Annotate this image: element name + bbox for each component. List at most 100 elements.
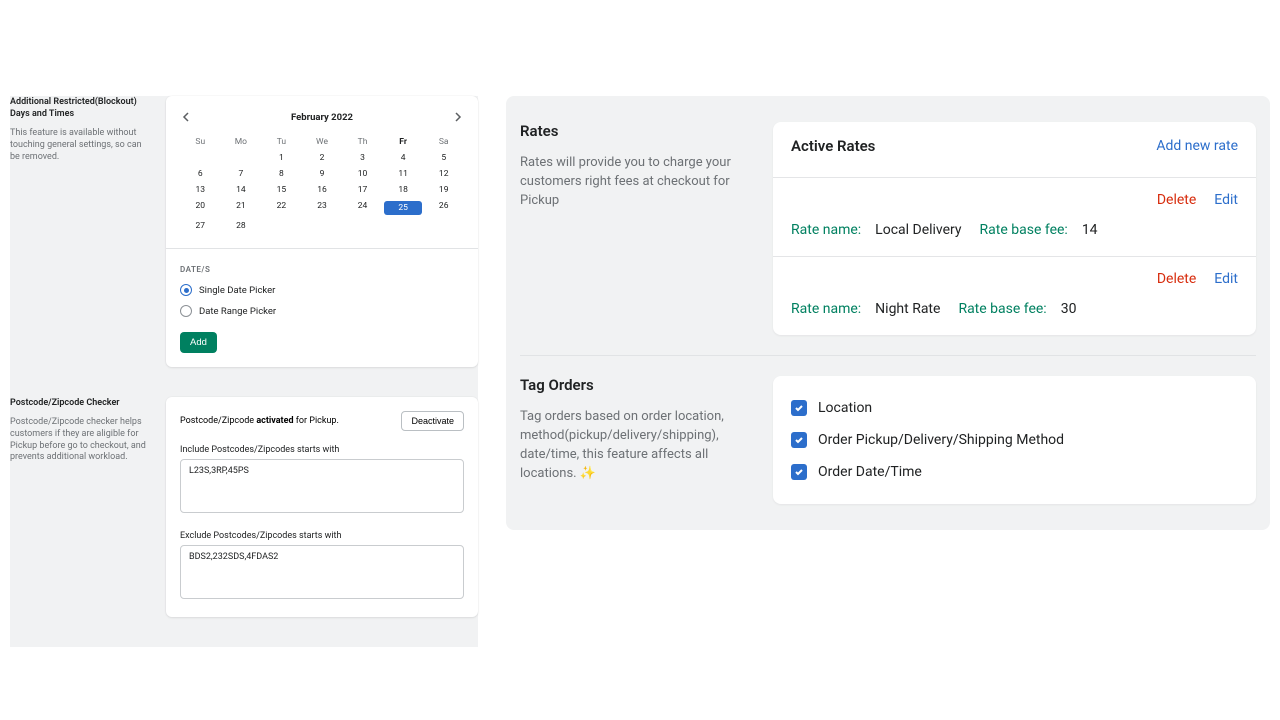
radio-label: Single Date Picker: [199, 285, 275, 296]
tag-option[interactable]: Order Pickup/Delivery/Shipping Method: [791, 424, 1238, 456]
tag-option-label: Order Date/Time: [818, 464, 922, 480]
divider: [166, 248, 478, 249]
tags-section: Tag Orders Tag orders based on order loc…: [520, 364, 1256, 516]
rate-name-value: Local Delivery: [875, 222, 961, 238]
calendar-card: February 2022 SuMoTuWeThFrSa123456789101…: [166, 96, 478, 367]
postcode-title: Postcode/Zipcode Checker: [10, 397, 152, 409]
right-panel: Rates Rates will provide you to charge y…: [506, 96, 1270, 530]
calendar-day[interactable]: 27: [180, 218, 221, 234]
postcode-label: Postcode/Zipcode Checker Postcode/Zipcod…: [10, 397, 152, 617]
calendar-dow: Su: [180, 134, 221, 150]
rate-fee-label: Rate base fee:: [980, 222, 1068, 238]
calendar-day[interactable]: 11: [383, 166, 424, 182]
postcode-status-row: Postcode/Zipcode activated for Pickup. D…: [180, 411, 464, 431]
rate-fee-label: Rate base fee:: [958, 301, 1046, 317]
rate-fee-value: 30: [1061, 301, 1077, 317]
rate-row: Delete Edit Rate name: Local Delivery Rate b…: [773, 177, 1256, 256]
radio-date-range[interactable]: Date Range Picker: [180, 305, 464, 317]
rates-subtitle: Rates will provide you to charge your cu…: [520, 154, 755, 211]
calendar-day[interactable]: 8: [261, 166, 302, 182]
calendar-day[interactable]: 23: [302, 198, 343, 218]
tags-card: Location Order Pickup/Delivery/Shipping M…: [773, 376, 1256, 504]
active-rates-title: Active Rates: [791, 137, 875, 155]
calendar-day: [180, 150, 221, 166]
tag-option[interactable]: Order Date/Time: [791, 456, 1238, 488]
calendar-day[interactable]: 20: [180, 198, 221, 218]
calendar-day[interactable]: 22: [261, 198, 302, 218]
calendar-day[interactable]: 15: [261, 182, 302, 198]
rates-card: Active Rates Add new rate Delete Edit Rate…: [773, 122, 1256, 335]
calendar-day[interactable]: 9: [302, 166, 343, 182]
rate-name-label: Rate name:: [791, 301, 861, 317]
prev-month-icon[interactable]: [180, 110, 194, 124]
add-new-rate[interactable]: Add new rate: [1156, 138, 1238, 154]
calendar-day[interactable]: 14: [221, 182, 262, 198]
calendar-day[interactable]: 2: [302, 150, 343, 166]
calendar-day[interactable]: 3: [342, 150, 383, 166]
calendar-day[interactable]: 1: [261, 150, 302, 166]
calendar-day: [221, 150, 262, 166]
postcode-status: Postcode/Zipcode activated for Pickup.: [180, 416, 339, 426]
calendar-grid: SuMoTuWeThFrSa12345678910111213141516171…: [180, 134, 464, 234]
calendar-day: [261, 218, 302, 234]
calendar-dow: Th: [342, 134, 383, 150]
blockout-title: Additional Restricted(Blockout) Days and…: [10, 96, 152, 120]
add-button[interactable]: Add: [180, 332, 217, 353]
rate-row: Delete Edit Rate name: Night Rate Rate base …: [773, 256, 1256, 335]
calendar-day[interactable]: 24: [342, 198, 383, 218]
calendar-day: [423, 218, 464, 234]
calendar-day[interactable]: 18: [383, 182, 424, 198]
blockout-section: Additional Restricted(Blockout) Days and…: [10, 96, 478, 367]
rate-name-value: Night Rate: [875, 301, 940, 317]
rates-content: Active Rates Add new rate Delete Edit Rate…: [773, 122, 1256, 335]
tag-option-label: Order Pickup/Delivery/Shipping Method: [818, 432, 1064, 448]
tags-title: Tag Orders: [520, 376, 755, 394]
calendar-month: February 2022: [291, 112, 353, 123]
include-input[interactable]: [180, 459, 464, 513]
edit-link[interactable]: Edit: [1214, 271, 1238, 287]
calendar-header: February 2022: [180, 110, 464, 124]
calendar-day: [342, 218, 383, 234]
rate-fee-value: 14: [1082, 222, 1098, 238]
next-month-icon[interactable]: [450, 110, 464, 124]
calendar-day[interactable]: 12: [423, 166, 464, 182]
calendar-dow: Tu: [261, 134, 302, 150]
exclude-input[interactable]: [180, 545, 464, 599]
calendar-day[interactable]: 21: [221, 198, 262, 218]
postcode-subtitle: Postcode/Zipcode checker helps customers…: [10, 417, 152, 464]
calendar-day[interactable]: 16: [302, 182, 343, 198]
deactivate-button[interactable]: Deactivate: [401, 411, 464, 431]
tag-option[interactable]: Location: [791, 392, 1238, 424]
calendar-day[interactable]: 19: [423, 182, 464, 198]
calendar-dow: We: [302, 134, 343, 150]
dates-heading: DATE/S: [180, 265, 464, 274]
radio-single-date[interactable]: Single Date Picker: [180, 284, 464, 296]
calendar-day[interactable]: 5: [423, 150, 464, 166]
calendar-day[interactable]: 28: [221, 218, 262, 234]
calendar-day[interactable]: 7: [221, 166, 262, 182]
radio-icon: [180, 305, 192, 317]
delete-link[interactable]: Delete: [1157, 192, 1196, 208]
include-label: Include Postcodes/Zipcodes starts with: [180, 445, 464, 455]
calendar-day[interactable]: 10: [342, 166, 383, 182]
calendar-day[interactable]: 26: [423, 198, 464, 218]
rates-title: Rates: [520, 122, 755, 140]
divider: [520, 355, 1256, 356]
calendar-day[interactable]: 6: [180, 166, 221, 182]
radio-label: Date Range Picker: [199, 306, 276, 317]
checkbox-icon: [791, 464, 807, 480]
rates-section: Rates Rates will provide you to charge y…: [520, 110, 1256, 347]
edit-link[interactable]: Edit: [1214, 192, 1238, 208]
calendar-day: [383, 218, 424, 234]
rates-label: Rates Rates will provide you to charge y…: [520, 122, 755, 335]
calendar-day[interactable]: 25: [383, 198, 424, 218]
calendar-day[interactable]: 13: [180, 182, 221, 198]
rate-name-label: Rate name:: [791, 222, 861, 238]
postcode-section: Postcode/Zipcode Checker Postcode/Zipcod…: [10, 397, 478, 617]
radio-icon: [180, 284, 192, 296]
left-panel: Additional Restricted(Blockout) Days and…: [10, 96, 478, 647]
delete-link[interactable]: Delete: [1157, 271, 1196, 287]
calendar-dow: Mo: [221, 134, 262, 150]
calendar-day[interactable]: 17: [342, 182, 383, 198]
calendar-day[interactable]: 4: [383, 150, 424, 166]
